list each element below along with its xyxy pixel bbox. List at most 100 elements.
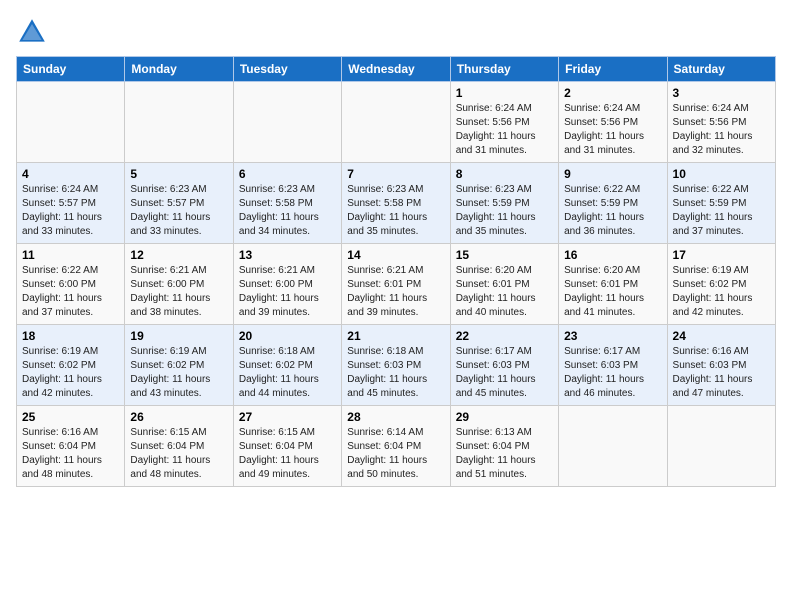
col-header-friday: Friday: [559, 57, 667, 82]
col-header-thursday: Thursday: [450, 57, 558, 82]
day-number: 12: [130, 248, 227, 262]
calendar-cell: 14 Sunrise: 6:21 AM Sunset: 6:01 PM Dayli…: [342, 244, 450, 325]
calendar-cell: [667, 406, 775, 487]
calendar-week-row: 4Sunrise: 6:24 AM Sunset: 5:57 PM Daylig…: [17, 163, 776, 244]
calendar-cell: [125, 82, 233, 163]
day-info: Sunrise: 6:18 AM Sunset: 6:03 PM Dayligh…: [347, 345, 444, 401]
calendar-week-row: 11 Sunrise: 6:22 AM Sunset: 6:00 PM Dayli…: [17, 244, 776, 325]
calendar-cell: [233, 82, 341, 163]
day-info: Sunrise: 6:23 AM Sunset: 5:57 PM Dayligh…: [130, 183, 227, 239]
calendar-cell: 13 Sunrise: 6:21 AM Sunset: 6:00 PM Dayli…: [233, 244, 341, 325]
col-header-sunday: Sunday: [17, 57, 125, 82]
day-number: 26: [130, 410, 227, 424]
day-number: 16: [564, 248, 661, 262]
calendar-cell: 4Sunrise: 6:24 AM Sunset: 5:57 PM Daylig…: [17, 163, 125, 244]
day-info: Sunrise: 6:19 AM Sunset: 6:02 PM Dayligh…: [22, 345, 119, 401]
day-info: Sunrise: 6:24 AM Sunset: 5:56 PM Dayligh…: [564, 102, 661, 158]
calendar-cell: 3 Sunrise: 6:24 AM Sunset: 5:56 PM Daylig…: [667, 82, 775, 163]
day-number: 4: [22, 167, 119, 181]
day-number: 17: [673, 248, 770, 262]
day-info: Sunrise: 6:24 AM Sunset: 5:56 PM Dayligh…: [456, 102, 553, 158]
calendar-cell: 23 Sunrise: 6:17 AM Sunset: 6:03 PM Dayli…: [559, 325, 667, 406]
day-number: 3: [673, 86, 770, 100]
col-header-wednesday: Wednesday: [342, 57, 450, 82]
calendar-cell: 5 Sunrise: 6:23 AM Sunset: 5:57 PM Daylig…: [125, 163, 233, 244]
day-info: Sunrise: 6:22 AM Sunset: 5:59 PM Dayligh…: [673, 183, 770, 239]
day-info: Sunrise: 6:19 AM Sunset: 6:02 PM Dayligh…: [130, 345, 227, 401]
calendar-cell: 26 Sunrise: 6:15 AM Sunset: 6:04 PM Dayli…: [125, 406, 233, 487]
day-info: Sunrise: 6:15 AM Sunset: 6:04 PM Dayligh…: [130, 426, 227, 482]
col-header-saturday: Saturday: [667, 57, 775, 82]
calendar-cell: 28 Sunrise: 6:14 AM Sunset: 6:04 PM Dayli…: [342, 406, 450, 487]
calendar-table: SundayMondayTuesdayWednesdayThursdayFrid…: [16, 56, 776, 487]
calendar-cell: 9 Sunrise: 6:22 AM Sunset: 5:59 PM Daylig…: [559, 163, 667, 244]
day-number: 18: [22, 329, 119, 343]
calendar-cell: 1 Sunrise: 6:24 AM Sunset: 5:56 PM Daylig…: [450, 82, 558, 163]
calendar-cell: 18 Sunrise: 6:19 AM Sunset: 6:02 PM Dayli…: [17, 325, 125, 406]
day-info: Sunrise: 6:23 AM Sunset: 5:59 PM Dayligh…: [456, 183, 553, 239]
day-info: Sunrise: 6:19 AM Sunset: 6:02 PM Dayligh…: [673, 264, 770, 320]
logo-icon: [16, 16, 48, 48]
day-info: Sunrise: 6:21 AM Sunset: 6:00 PM Dayligh…: [239, 264, 336, 320]
calendar-cell: 24Sunrise: 6:16 AM Sunset: 6:03 PM Dayli…: [667, 325, 775, 406]
calendar-cell: 11 Sunrise: 6:22 AM Sunset: 6:00 PM Dayli…: [17, 244, 125, 325]
day-number: 10: [673, 167, 770, 181]
day-info: Sunrise: 6:20 AM Sunset: 6:01 PM Dayligh…: [564, 264, 661, 320]
calendar-cell: 6 Sunrise: 6:23 AM Sunset: 5:58 PM Daylig…: [233, 163, 341, 244]
day-info: Sunrise: 6:22 AM Sunset: 5:59 PM Dayligh…: [564, 183, 661, 239]
calendar-cell: [559, 406, 667, 487]
calendar-week-row: 1 Sunrise: 6:24 AM Sunset: 5:56 PM Daylig…: [17, 82, 776, 163]
day-number: 5: [130, 167, 227, 181]
calendar-header-row: SundayMondayTuesdayWednesdayThursdayFrid…: [17, 57, 776, 82]
day-info: Sunrise: 6:17 AM Sunset: 6:03 PM Dayligh…: [456, 345, 553, 401]
calendar-cell: 10 Sunrise: 6:22 AM Sunset: 5:59 PM Dayli…: [667, 163, 775, 244]
day-info: Sunrise: 6:13 AM Sunset: 6:04 PM Dayligh…: [456, 426, 553, 482]
day-info: Sunrise: 6:18 AM Sunset: 6:02 PM Dayligh…: [239, 345, 336, 401]
calendar-cell: 29 Sunrise: 6:13 AM Sunset: 6:04 PM Dayli…: [450, 406, 558, 487]
day-number: 22: [456, 329, 553, 343]
day-number: 25: [22, 410, 119, 424]
calendar-cell: 8 Sunrise: 6:23 AM Sunset: 5:59 PM Daylig…: [450, 163, 558, 244]
day-number: 6: [239, 167, 336, 181]
day-info: Sunrise: 6:15 AM Sunset: 6:04 PM Dayligh…: [239, 426, 336, 482]
calendar-cell: 22 Sunrise: 6:17 AM Sunset: 6:03 PM Dayli…: [450, 325, 558, 406]
day-number: 23: [564, 329, 661, 343]
calendar-cell: 17 Sunrise: 6:19 AM Sunset: 6:02 PM Dayli…: [667, 244, 775, 325]
calendar-cell: 21 Sunrise: 6:18 AM Sunset: 6:03 PM Dayli…: [342, 325, 450, 406]
day-info: Sunrise: 6:14 AM Sunset: 6:04 PM Dayligh…: [347, 426, 444, 482]
col-header-monday: Monday: [125, 57, 233, 82]
day-number: 21: [347, 329, 444, 343]
day-info: Sunrise: 6:16 AM Sunset: 6:04 PM Dayligh…: [22, 426, 119, 482]
day-number: 8: [456, 167, 553, 181]
day-info: Sunrise: 6:22 AM Sunset: 6:00 PM Dayligh…: [22, 264, 119, 320]
day-number: 7: [347, 167, 444, 181]
calendar-cell: 27 Sunrise: 6:15 AM Sunset: 6:04 PM Dayli…: [233, 406, 341, 487]
day-number: 2: [564, 86, 661, 100]
calendar-week-row: 25 Sunrise: 6:16 AM Sunset: 6:04 PM Dayli…: [17, 406, 776, 487]
day-info: Sunrise: 6:23 AM Sunset: 5:58 PM Dayligh…: [239, 183, 336, 239]
day-number: 14: [347, 248, 444, 262]
day-number: 28: [347, 410, 444, 424]
day-number: 9: [564, 167, 661, 181]
calendar-cell: [17, 82, 125, 163]
day-info: Sunrise: 6:24 AM Sunset: 5:56 PM Dayligh…: [673, 102, 770, 158]
day-number: 29: [456, 410, 553, 424]
calendar-cell: 20 Sunrise: 6:18 AM Sunset: 6:02 PM Dayli…: [233, 325, 341, 406]
day-number: 27: [239, 410, 336, 424]
page-header: [16, 16, 776, 48]
calendar-cell: 25 Sunrise: 6:16 AM Sunset: 6:04 PM Dayli…: [17, 406, 125, 487]
day-info: Sunrise: 6:23 AM Sunset: 5:58 PM Dayligh…: [347, 183, 444, 239]
day-number: 1: [456, 86, 553, 100]
day-number: 11: [22, 248, 119, 262]
col-header-tuesday: Tuesday: [233, 57, 341, 82]
calendar-cell: 19 Sunrise: 6:19 AM Sunset: 6:02 PM Dayli…: [125, 325, 233, 406]
day-number: 20: [239, 329, 336, 343]
calendar-cell: 15Sunrise: 6:20 AM Sunset: 6:01 PM Dayli…: [450, 244, 558, 325]
day-number: 13: [239, 248, 336, 262]
day-info: Sunrise: 6:21 AM Sunset: 6:01 PM Dayligh…: [347, 264, 444, 320]
day-info: Sunrise: 6:20 AM Sunset: 6:01 PM Dayligh…: [456, 264, 553, 320]
day-info: Sunrise: 6:17 AM Sunset: 6:03 PM Dayligh…: [564, 345, 661, 401]
day-number: 19: [130, 329, 227, 343]
calendar-cell: 16 Sunrise: 6:20 AM Sunset: 6:01 PM Dayli…: [559, 244, 667, 325]
logo: [16, 16, 52, 48]
